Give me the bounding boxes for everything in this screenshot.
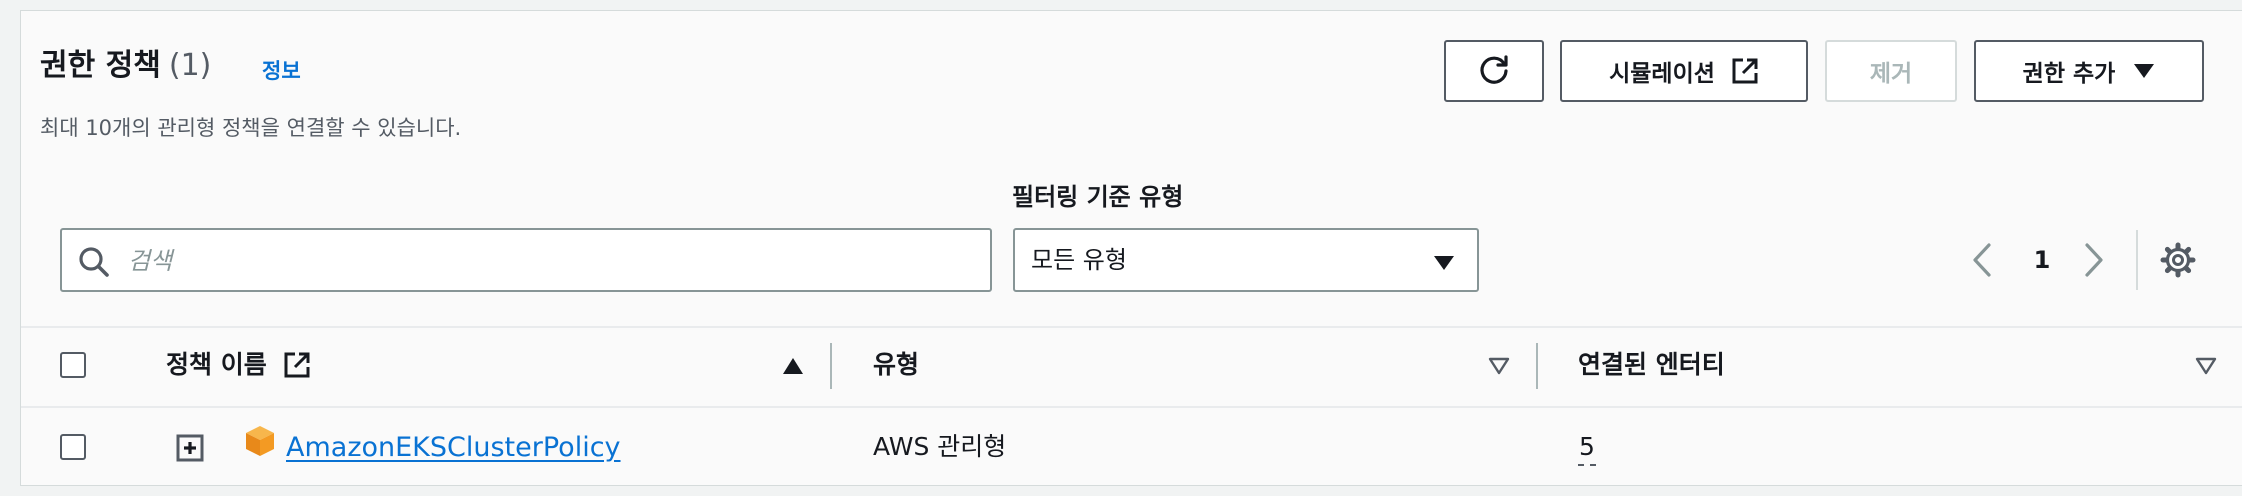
remove-label: 제거 bbox=[1869, 61, 1913, 87]
chevron-right-icon[interactable] bbox=[2082, 242, 2106, 278]
column-divider[interactable] bbox=[1536, 343, 1538, 389]
table-header-divider bbox=[21, 406, 2242, 408]
select-all-checkbox[interactable] bbox=[60, 352, 86, 378]
attached-entities-count[interactable]: 5 bbox=[1578, 430, 1596, 466]
add-permissions-label: 권한 추가 bbox=[2022, 61, 2116, 87]
aws-managed-policy-icon bbox=[246, 426, 274, 456]
pagination-divider bbox=[2136, 230, 2138, 290]
policy-name-link[interactable]: AmazonEKSClusterPolicy bbox=[286, 430, 621, 466]
caret-down-icon bbox=[2134, 64, 2155, 78]
column-header-attached-entities[interactable]: 연결된 엔터티 bbox=[1578, 348, 1725, 382]
external-link-icon[interactable] bbox=[283, 351, 311, 379]
caret-down-icon bbox=[1434, 256, 1454, 270]
search-field[interactable] bbox=[60, 228, 992, 292]
panel-title: 권한 정책 (1) bbox=[40, 46, 211, 86]
type-filter-value: 모든 유형 bbox=[1031, 246, 1127, 274]
table-top-divider bbox=[21, 326, 2242, 328]
title-text: 권한 정책 bbox=[40, 48, 161, 83]
refresh-icon bbox=[1480, 55, 1508, 84]
type-filter-label: 필터링 기준 유형 bbox=[1012, 183, 1184, 211]
simulate-label: 시뮬레이션 bbox=[1609, 61, 1715, 87]
expand-icon[interactable] bbox=[176, 434, 204, 462]
row-checkbox[interactable] bbox=[60, 434, 86, 460]
add-permissions-button[interactable]: 권한 추가 bbox=[1974, 40, 2204, 102]
chevron-left-icon[interactable] bbox=[1970, 242, 1994, 278]
column-divider[interactable] bbox=[830, 343, 832, 389]
info-link[interactable]: 정보 bbox=[262, 58, 301, 84]
refresh-button[interactable] bbox=[1444, 40, 1544, 102]
search-input[interactable] bbox=[126, 240, 970, 282]
simulate-button[interactable]: 시뮬레이션 bbox=[1560, 40, 1808, 102]
current-page[interactable]: 1 bbox=[2025, 244, 2059, 276]
type-filter-select[interactable]: 모든 유형 bbox=[1013, 228, 1479, 292]
external-link-icon bbox=[1732, 58, 1758, 84]
remove-button[interactable]: 제거 bbox=[1825, 40, 1957, 102]
sort-descending-icon[interactable] bbox=[1488, 357, 1510, 375]
panel-description: 최대 10개의 관리형 정책을 연결할 수 있습니다. bbox=[40, 116, 462, 140]
sort-descending-icon[interactable] bbox=[2195, 357, 2217, 375]
search-icon bbox=[79, 247, 109, 277]
policy-count: (1) bbox=[168, 48, 212, 83]
column-header-type[interactable]: 유형 bbox=[873, 348, 919, 382]
column-header-policy-name[interactable]: 정책 이름 bbox=[166, 348, 267, 382]
gear-icon[interactable] bbox=[2160, 242, 2196, 278]
policy-type-cell: AWS 관리형 bbox=[873, 432, 1007, 461]
sort-ascending-icon[interactable] bbox=[782, 357, 804, 375]
